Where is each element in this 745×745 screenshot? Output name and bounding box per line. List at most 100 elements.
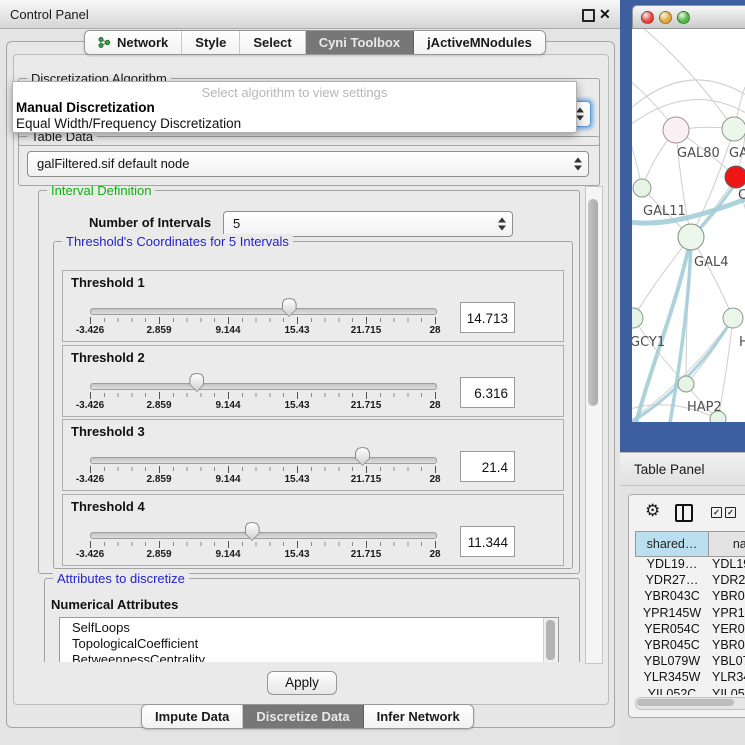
network-icon: [98, 36, 111, 49]
zoom-traffic-light-icon[interactable]: [677, 11, 690, 24]
table-scrollbar-thumb[interactable]: [637, 699, 734, 706]
list-item[interactable]: TopologicalCoefficient: [60, 636, 558, 652]
node-label: H: [739, 335, 745, 350]
table-row[interactable]: YBR043CYBR043C: [635, 589, 745, 605]
major-tick: [90, 541, 91, 548]
threshold-label: Threshold 2: [71, 350, 145, 365]
list-item[interactable]: BetweennessCentrality: [60, 652, 558, 662]
tab-impute-data[interactable]: Impute Data: [142, 705, 243, 728]
network-node[interactable]: [633, 179, 651, 197]
tab-style[interactable]: Style: [182, 31, 240, 54]
threshold-value-field[interactable]: 6.316: [460, 377, 515, 408]
tick-label: 9.144: [215, 474, 240, 485]
network-node[interactable]: [632, 308, 643, 328]
threshold-value-field[interactable]: 14.713: [460, 302, 515, 333]
tab-jactivemnodules[interactable]: jActiveMNodules: [414, 31, 545, 54]
minor-ticks: [90, 467, 436, 471]
table-data-combobox[interactable]: galFiltered.sif default node: [27, 151, 589, 177]
panel-scrollbar-thumb[interactable]: [588, 199, 598, 406]
threshold-panel-3: Threshold 3-3.4262.8599.14415.4321.71528…: [62, 419, 564, 491]
table-row[interactable]: YER054CYER054C: [635, 622, 745, 638]
network-node[interactable]: [722, 117, 745, 141]
network-node[interactable]: [678, 376, 694, 392]
table-row[interactable]: YIL052CYIL052C: [635, 687, 745, 696]
threshold-slider-track[interactable]: [90, 457, 437, 464]
combobox-stepper-icon: [576, 108, 584, 121]
list-scrollbar-thumb[interactable]: [546, 620, 555, 660]
table-row[interactable]: YLR345WYLR345W: [635, 670, 745, 686]
close-traffic-light-icon[interactable]: [641, 11, 654, 24]
cell-shared-name: YBR045C: [635, 638, 709, 654]
table-row[interactable]: YBL079WYBL079W: [635, 654, 745, 670]
network-node[interactable]: [723, 308, 743, 328]
tab-network[interactable]: Network: [85, 31, 182, 54]
minimize-traffic-light-icon[interactable]: [659, 11, 672, 24]
major-tick: [435, 466, 436, 473]
panel-scrollbar[interactable]: [585, 186, 603, 664]
cell-name: YBR043C: [709, 589, 745, 605]
attributes-group: Attributes to discretize Numerical Attri…: [44, 578, 580, 662]
tick-label: 21.715: [351, 400, 382, 411]
column-header-name[interactable]: name: [709, 531, 745, 557]
cell-shared-name: YER054C: [635, 622, 709, 638]
tick-label: 28: [429, 400, 440, 411]
gear-icon[interactable]: ⚙: [645, 501, 660, 521]
tick-label: 9.144: [215, 400, 240, 411]
numerical-attributes-list[interactable]: SelfLoopsTopologicalCoefficientBetweenne…: [59, 617, 559, 662]
node-label: GA: [729, 146, 745, 161]
list-scrollbar[interactable]: [543, 618, 558, 662]
column-header-shared-[interactable]: shared…: [635, 531, 709, 557]
table-horizontal-scrollbar[interactable]: [635, 697, 745, 710]
table-row[interactable]: YBR045CYBR045C: [635, 638, 745, 654]
threshold-value-field[interactable]: 21.4: [460, 451, 515, 482]
network-window-titlebar[interactable]: [632, 5, 745, 29]
screen: Control Panel ✕ NetworkStyleSelectCyni T…: [0, 0, 745, 745]
cell-shared-name: YPR145W: [635, 606, 709, 622]
split-pane-icon[interactable]: [675, 504, 693, 522]
list-item[interactable]: SelfLoops: [60, 618, 558, 636]
table-data-group: Table Data galFiltered.sif default node: [18, 136, 600, 186]
threshold-label: Threshold 1: [71, 275, 145, 290]
dropdown-placeholder-option[interactable]: Select algorithm to view settings: [13, 85, 576, 100]
table-row[interactable]: YPR145WYPR145W: [635, 606, 745, 622]
threshold-slider-track[interactable]: [90, 532, 437, 539]
tab-label: Style: [195, 35, 226, 50]
network-canvas[interactable]: GAL80GACGAL11GAL4GCY1HHAP2: [632, 29, 745, 422]
table-row[interactable]: YDR27…YDR27: [635, 573, 745, 589]
threshold-slider-track[interactable]: [90, 383, 437, 390]
major-tick: [228, 317, 229, 324]
apply-button[interactable]: Apply: [267, 671, 337, 695]
threshold-label: Threshold 4: [71, 499, 145, 514]
node-label: GCY1: [632, 335, 665, 350]
dropdown-option-equal-width-frequency[interactable]: Equal Width/Frequency Discretization: [16, 116, 241, 131]
cell-name: YIL052C: [709, 687, 745, 696]
major-tick: [297, 317, 298, 324]
table-browser-panel: ⚙ ✓ ✓ shared…name YDL19…YDL19YDR27…YDR27…: [628, 494, 745, 718]
major-tick: [366, 466, 367, 473]
cell-name: YBR045C: [709, 638, 745, 654]
tab-cyni-toolbox[interactable]: Cyni Toolbox: [306, 31, 414, 54]
threshold-value-field[interactable]: 11.344: [460, 526, 515, 557]
tab-infer-network[interactable]: Infer Network: [364, 705, 473, 728]
close-icon[interactable]: ✕: [599, 6, 611, 23]
network-node[interactable]: [725, 166, 745, 188]
table-row[interactable]: YDL19…YDL19: [635, 557, 745, 573]
network-node[interactable]: [678, 224, 704, 250]
tab-select[interactable]: Select: [240, 31, 305, 54]
algorithm-dropdown-popup: Select algorithm to view settings Manual…: [12, 81, 577, 133]
cell-shared-name: YLR345W: [635, 670, 709, 686]
minor-ticks: [90, 393, 436, 397]
tab-discretize-data[interactable]: Discretize Data: [243, 705, 363, 728]
network-node[interactable]: [663, 117, 689, 143]
table-header-row: shared…name: [635, 531, 745, 557]
dropdown-option-manual-discretization[interactable]: Manual Discretization: [16, 100, 155, 115]
threshold-slider-track[interactable]: [90, 308, 437, 315]
cell-name: YBL079W: [709, 654, 745, 670]
checkbox-icon[interactable]: ✓: [711, 507, 722, 518]
float-window-icon[interactable]: [582, 9, 595, 22]
node-label: GAL80: [677, 146, 720, 161]
major-tick: [159, 466, 160, 473]
tick-label: 2.859: [146, 325, 171, 336]
major-tick: [366, 392, 367, 399]
checkbox-icon[interactable]: ✓: [725, 507, 736, 518]
